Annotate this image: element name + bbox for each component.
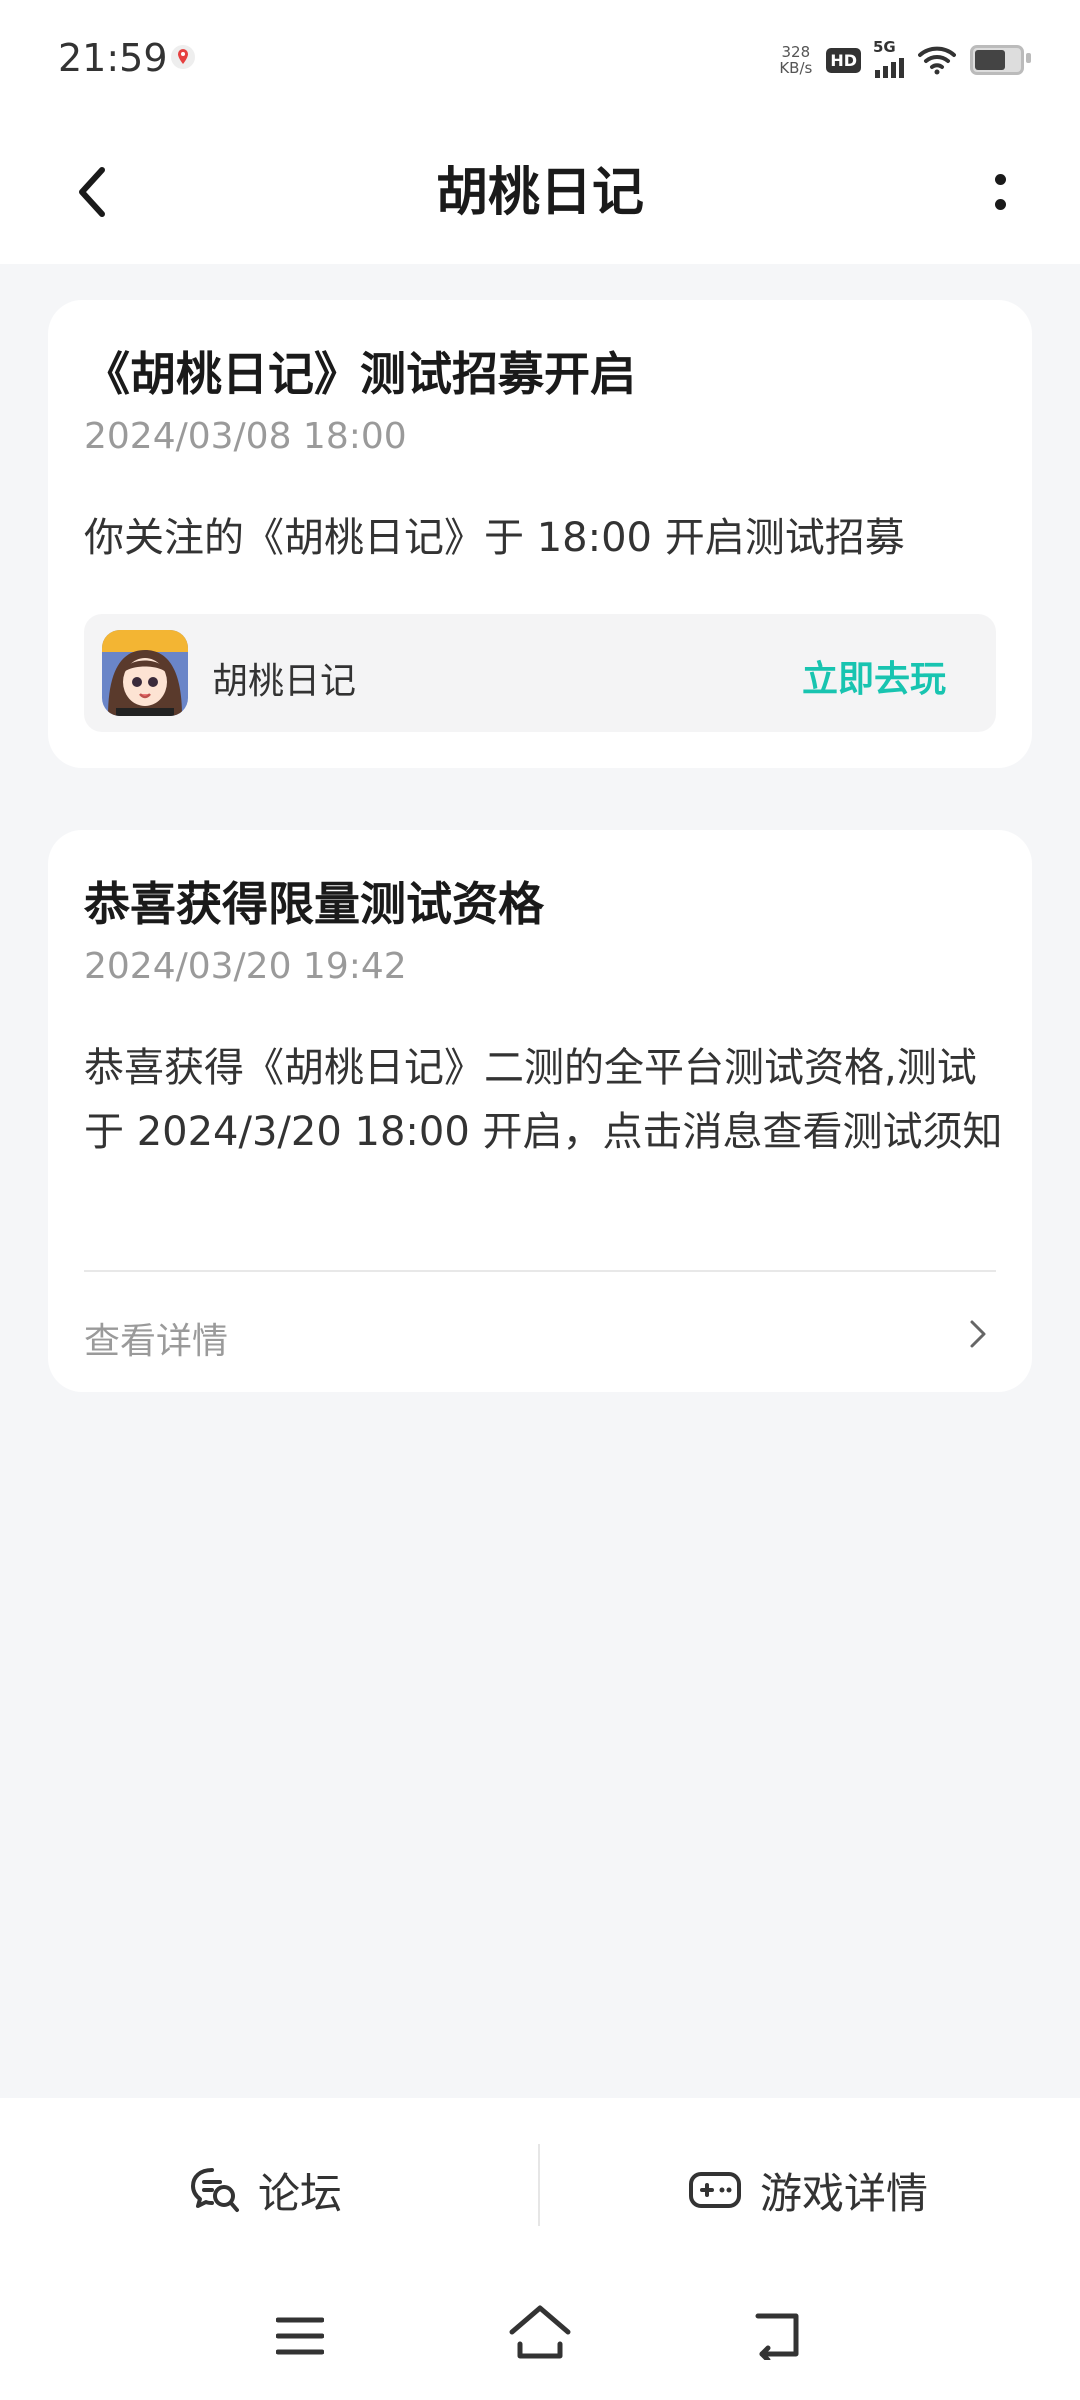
net-speed: 328 KB/s	[779, 44, 812, 76]
page-title: 胡桃日记	[435, 163, 644, 223]
home-icon[interactable]	[508, 2304, 572, 2360]
message-body: 你关注的《胡桃日记》于 18:00 开启测试招募	[84, 515, 905, 561]
location-icon	[171, 45, 195, 69]
signal-icon: 5G	[873, 38, 904, 78]
app-header: 胡桃日记	[0, 120, 1080, 264]
more-options-button[interactable]	[960, 152, 1040, 232]
message-time: 2024/03/08 18:00	[84, 416, 407, 457]
message-body: 恭喜获得《胡桃日记》二测的全平台测试资格,测试于 2024/3/20 18:00…	[84, 1045, 1003, 1155]
net-speed-unit: KB/s	[779, 59, 813, 77]
view-details-link[interactable]: 查看详情	[84, 1312, 228, 1364]
wifi-icon	[918, 46, 956, 75]
battery-icon	[970, 45, 1031, 75]
message-title: 《胡桃日记》测试招募开启	[84, 347, 636, 401]
net-speed-value: 328	[781, 43, 811, 61]
network-type-label: 5G	[873, 38, 896, 56]
message-title: 恭喜获得限量测试资格	[84, 877, 544, 931]
status-time: 21:59	[58, 36, 168, 80]
card-divider	[84, 1270, 996, 1272]
message-card-recruitment[interactable]: 《胡桃日记》测试招募开启 2024/03/08 18:00 你关注的《胡桃日记》…	[48, 300, 1032, 768]
tab-game-details[interactable]: 游戏详情	[688, 2158, 928, 2222]
bottom-action-bar: 论坛 游戏详情	[0, 2098, 1080, 2400]
game-entry[interactable]: 胡桃日记 立即去玩	[84, 614, 996, 732]
tab-separator	[538, 2144, 540, 2226]
message-time: 2024/03/20 19:42	[84, 946, 407, 987]
more-vertical-icon	[994, 174, 1006, 185]
play-now-button[interactable]: 立即去玩	[802, 650, 946, 702]
hd-icon: HD	[826, 47, 861, 73]
tab-game-details-label: 游戏详情	[760, 2168, 929, 2218]
tab-forum[interactable]: 论坛	[190, 2158, 342, 2222]
forum-chat-icon	[191, 2168, 239, 2212]
game-app-icon	[102, 630, 188, 716]
menu-icon[interactable]	[276, 2316, 324, 2356]
back-icon[interactable]	[752, 2310, 804, 2360]
status-bar: 21:59 328 KB/s HD 5G	[0, 0, 1080, 120]
game-name: 胡桃日记	[212, 661, 357, 702]
message-card-qualification[interactable]: 恭喜获得限量测试资格 2024/03/20 19:42 恭喜获得《胡桃日记》二测…	[48, 830, 1032, 1392]
status-icons: 328 KB/s HD 5G	[779, 38, 1031, 82]
gamepad-icon	[689, 2172, 741, 2208]
chevron-right-icon[interactable]	[958, 1314, 998, 1354]
tab-forum-label: 论坛	[258, 2168, 343, 2218]
